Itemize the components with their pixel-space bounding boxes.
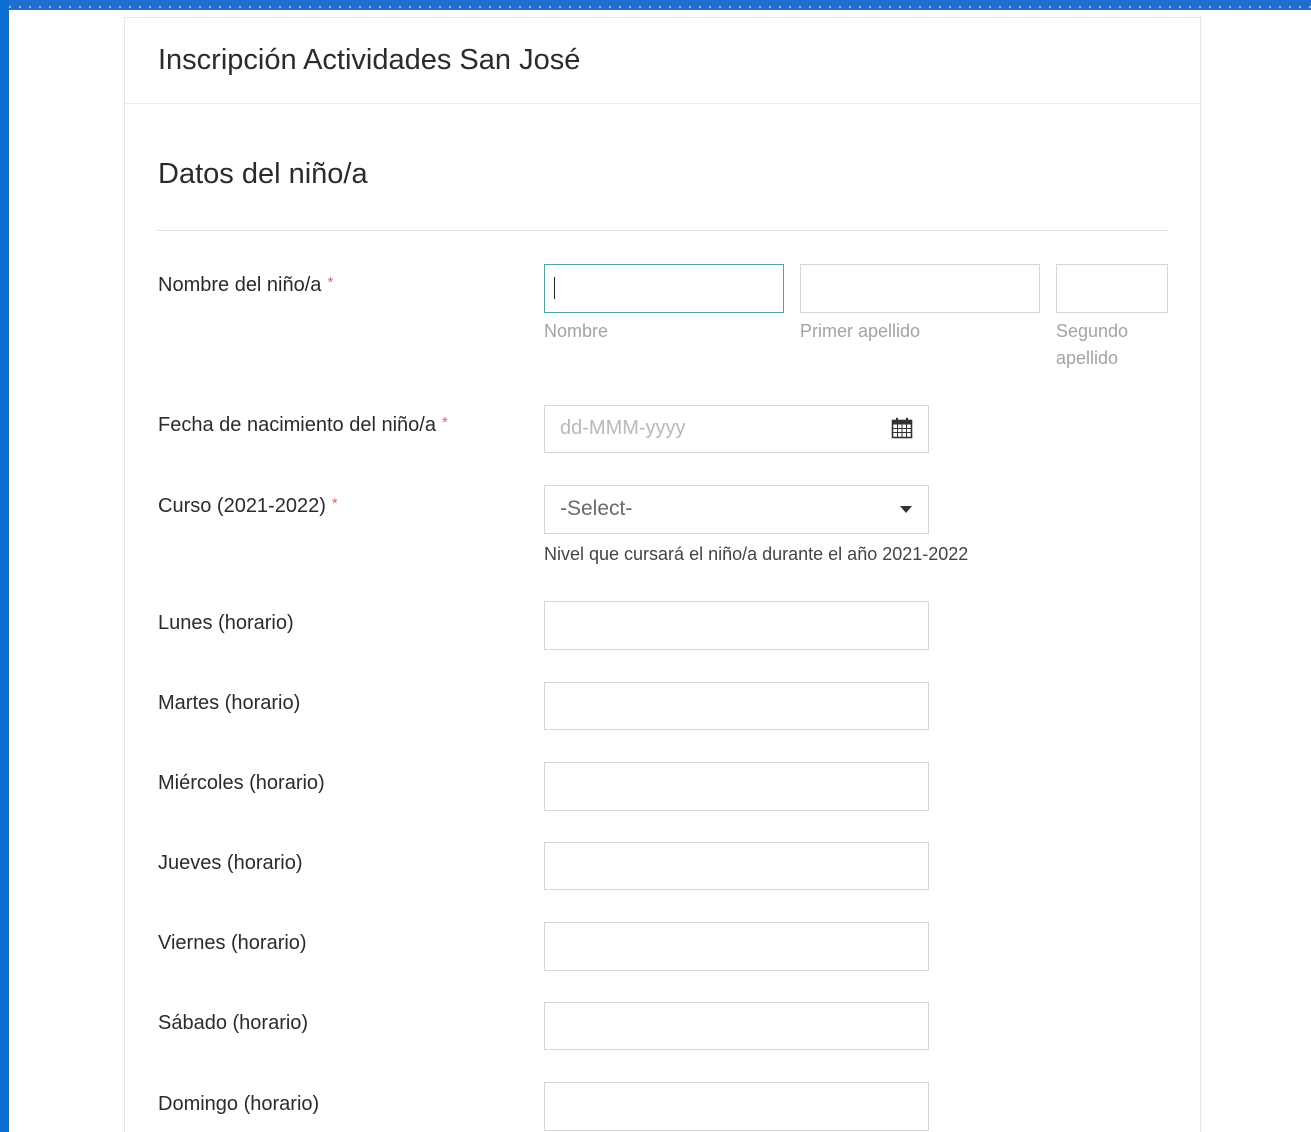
birth-date-label: Fecha de nacimiento del niño/a *: [158, 414, 448, 437]
course-help-text: Nivel que cursará el niño/a durante el a…: [544, 544, 969, 564]
second-surname-sublabel-line2: apellido: [1056, 348, 1119, 368]
required-asterisk: *: [327, 274, 334, 291]
tuesday-schedule-input[interactable]: [544, 682, 929, 730]
page-left-border: [0, 0, 9, 1132]
chevron-down-icon: [900, 506, 912, 513]
sunday-schedule-input[interactable]: [544, 1082, 929, 1131]
first-surname-sublabel: Primer apellido: [800, 321, 921, 341]
form-header: Inscripción Actividades San José: [125, 18, 1200, 104]
course-label: Curso (2021-2022) *: [158, 495, 338, 518]
child-name-label: Nombre del niño/a *: [158, 274, 333, 297]
birth-date-placeholder: dd-MMM-yyyy: [560, 417, 686, 439]
first-name-sublabel: Nombre: [544, 321, 609, 341]
text-cursor: [554, 277, 555, 299]
first-surname-input[interactable]: [800, 264, 1040, 313]
friday-schedule-label: Viernes (horario): [158, 932, 307, 954]
birth-date-input[interactable]: dd-MMM-yyyy: [544, 405, 929, 453]
wednesday-schedule-label: Miércoles (horario): [158, 772, 325, 794]
first-name-input[interactable]: [544, 264, 784, 313]
child-name-label-text: Nombre del niño/a: [158, 274, 322, 296]
second-surname-input[interactable]: [1056, 264, 1168, 313]
saturday-schedule-label: Sábado (horario): [158, 1012, 309, 1034]
thursday-schedule-label: Jueves (horario): [158, 852, 303, 874]
required-asterisk: *: [441, 414, 448, 431]
sunday-schedule-label: Domingo (horario): [158, 1093, 320, 1115]
course-select[interactable]: -Select-: [544, 485, 929, 534]
page-top-border: [0, 0, 1311, 10]
calendar-icon[interactable]: [891, 417, 913, 439]
second-surname-sublabel: Segundo apellido: [1056, 318, 1128, 372]
wednesday-schedule-input[interactable]: [544, 762, 929, 811]
required-asterisk: *: [331, 495, 338, 512]
friday-schedule-input[interactable]: [544, 922, 929, 971]
course-label-text: Curso (2021-2022): [158, 495, 326, 517]
thursday-schedule-input[interactable]: [544, 842, 929, 890]
birth-date-label-text: Fecha de nacimiento del niño/a: [158, 414, 436, 436]
monday-schedule-label: Lunes (horario): [158, 612, 294, 634]
second-surname-sublabel-line1: Segundo: [1056, 321, 1129, 341]
section-divider: [157, 230, 1168, 231]
section-title: Datos del niño/a: [158, 158, 368, 190]
tuesday-schedule-label: Martes (horario): [158, 692, 301, 714]
form-title: Inscripción Actividades San José: [158, 44, 581, 76]
monday-schedule-input[interactable]: [544, 601, 929, 650]
saturday-schedule-input[interactable]: [544, 1002, 929, 1050]
form-card: Inscripción Actividades San José Datos d…: [124, 17, 1201, 1132]
course-select-value: -Select-: [560, 497, 633, 520]
